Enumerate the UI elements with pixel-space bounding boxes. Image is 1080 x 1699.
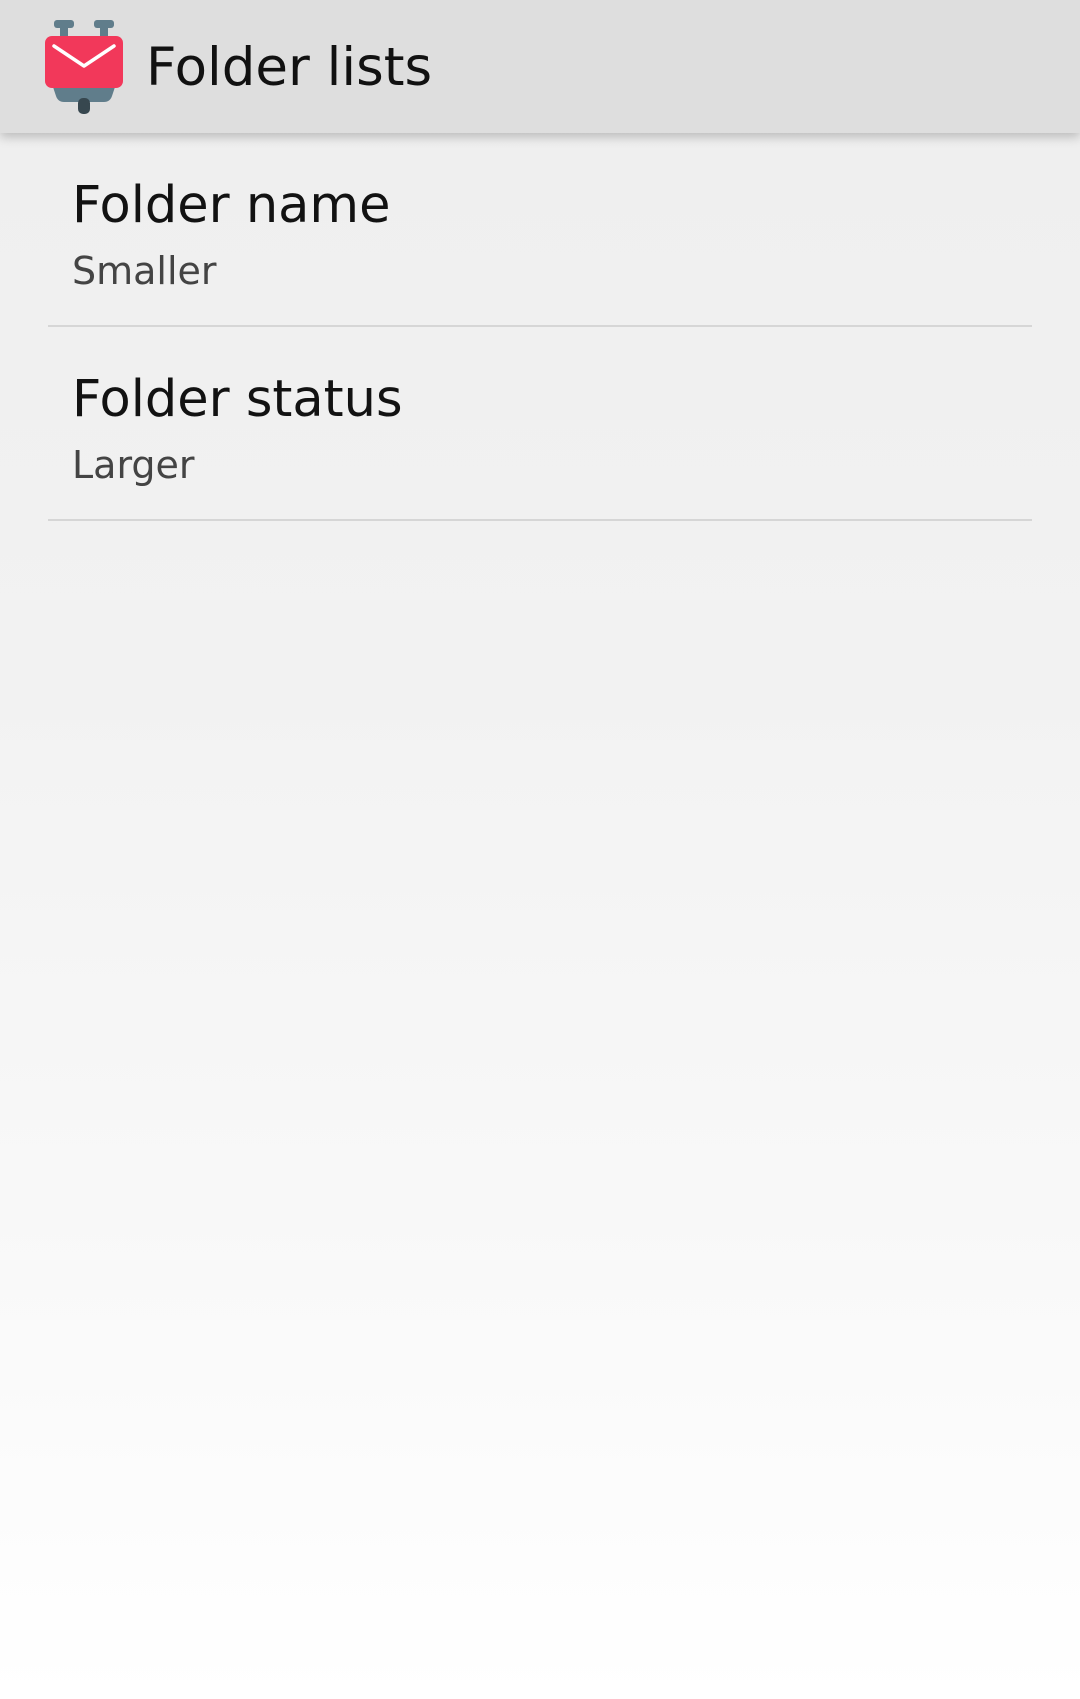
pref-summary: Smaller xyxy=(72,249,217,293)
pref-folder-status[interactable]: Folder status Larger xyxy=(0,327,1080,521)
settings-list: Folder name Smaller Folder status Larger xyxy=(0,133,1080,521)
page-title: Folder lists xyxy=(146,37,433,98)
divider xyxy=(48,519,1032,521)
pref-title: Folder status xyxy=(72,370,403,429)
pref-folder-name[interactable]: Folder name Smaller xyxy=(0,133,1080,327)
app-bar: Folder lists xyxy=(0,0,1080,133)
pref-title: Folder name xyxy=(72,176,391,235)
pref-summary: Larger xyxy=(72,443,195,487)
k9-mail-app-icon[interactable] xyxy=(44,20,124,114)
